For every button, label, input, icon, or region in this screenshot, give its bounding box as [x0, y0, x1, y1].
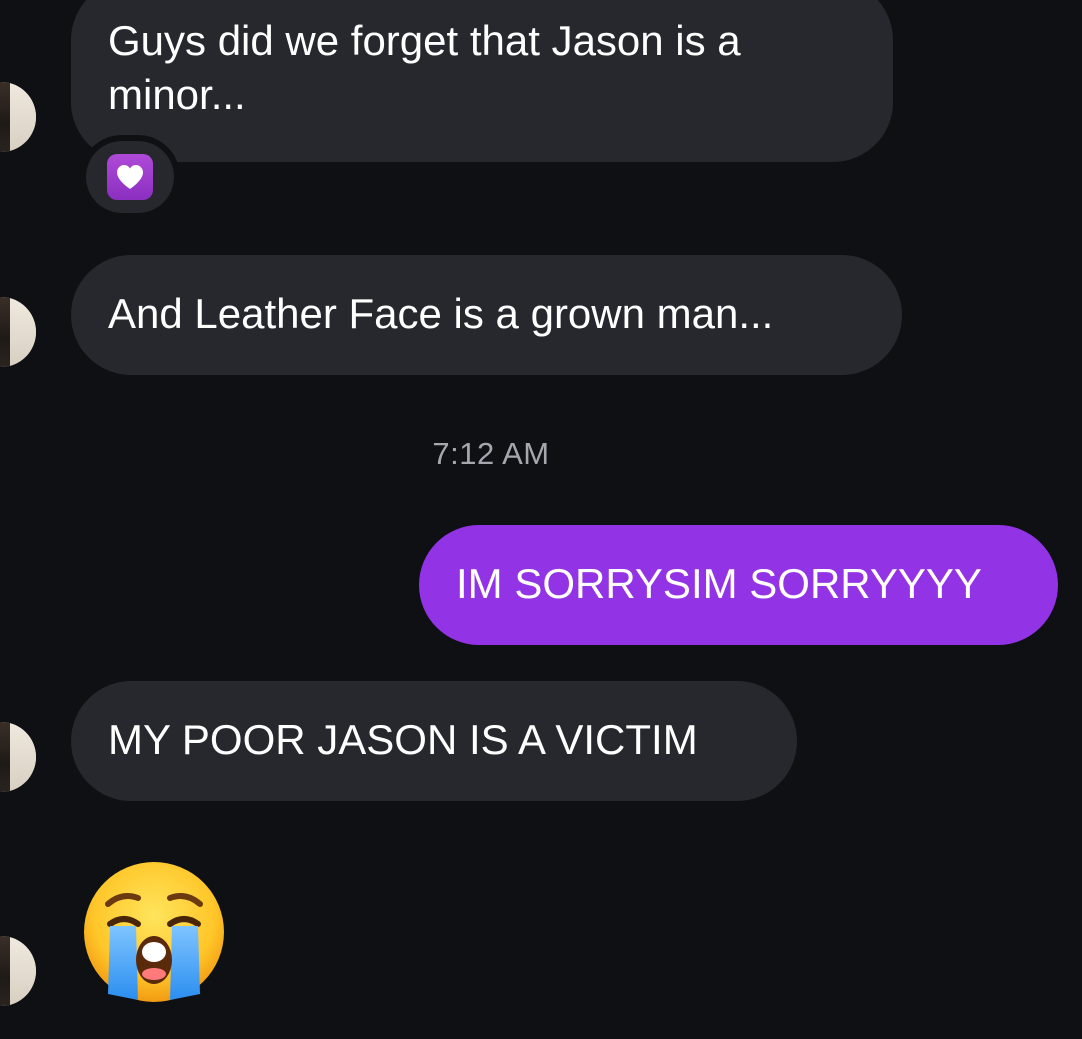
- message-bubble-incoming[interactable]: And Leather Face is a grown man...: [71, 255, 902, 375]
- message-text: And Leather Face is a grown man...: [108, 290, 774, 337]
- sender-avatar[interactable]: [0, 82, 36, 152]
- avatar-photo-background: [10, 936, 36, 1006]
- avatar-photo: [0, 936, 10, 1006]
- sender-avatar[interactable]: [0, 936, 36, 1006]
- sender-avatar[interactable]: [0, 722, 36, 792]
- message-bubble-outgoing[interactable]: IM SORRYSIM SORRYYYY: [419, 525, 1058, 645]
- message-timestamp: 7:12 AM: [432, 436, 550, 471]
- message-bubble-incoming[interactable]: Guys did we forget that Jason is a minor…: [71, 0, 893, 162]
- sender-avatar[interactable]: [0, 297, 36, 367]
- avatar-photo: [0, 722, 10, 792]
- avatar-photo-background: [10, 722, 36, 792]
- avatar-photo: [0, 297, 10, 367]
- message-bubble-incoming[interactable]: MY POOR JASON IS A VICTIM: [71, 681, 797, 801]
- message-text: IM SORRYSIM SORRYYYY: [456, 560, 982, 607]
- avatar-photo: [0, 82, 10, 152]
- message-reaction[interactable]: [86, 141, 174, 213]
- message-text: Guys did we forget that Jason is a minor…: [108, 17, 741, 118]
- message-thread: Guys did we forget that Jason is a minor…: [0, 0, 1082, 1039]
- avatar-photo-background: [10, 297, 36, 367]
- message-text: MY POOR JASON IS A VICTIM: [108, 716, 698, 763]
- loudly-crying-face-icon[interactable]: [80, 858, 228, 1006]
- heart-icon: [107, 154, 153, 200]
- avatar-photo-background: [10, 82, 36, 152]
